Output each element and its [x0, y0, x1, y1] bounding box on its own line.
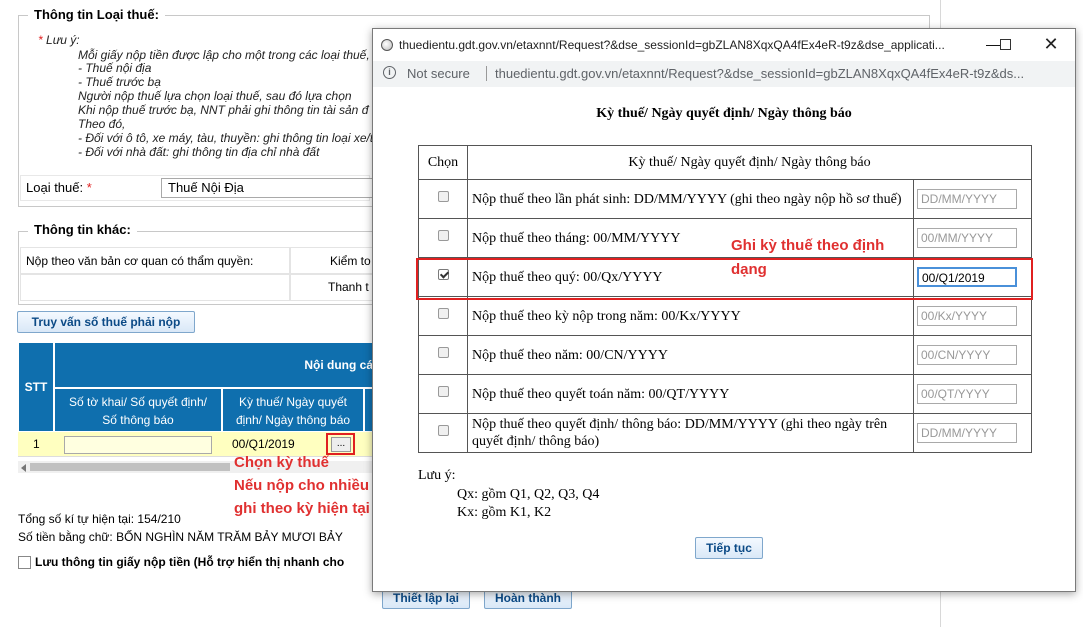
period-popup-window: thuedientu.gdt.gov.vn/etaxnnt/Request?&d… [372, 28, 1076, 592]
address-separator [486, 66, 487, 81]
tax-period-header: Kỳ thuế/ Ngày quyết định/ Ngày thông báo [222, 388, 364, 432]
option-label: Nộp thuế theo kỳ nộp trong năm: 00/Kx/YY… [467, 296, 914, 336]
note-title: Lưu ý: [418, 468, 456, 483]
tax-type-legend: Thông tin Loại thuế: [28, 7, 165, 22]
period-value-input[interactable]: 00/QT/YYYY [917, 384, 1017, 404]
option-checkbox[interactable] [437, 386, 449, 397]
not-secure-label: Not secure [407, 66, 470, 81]
period-option-row: Nộp thuế theo năm: 00/CN/YYYY 00/CN/YYYY [418, 335, 1032, 375]
character-count: Tổng số kí tự hiện tại: 154/210 [18, 512, 181, 526]
option-checkbox[interactable] [437, 230, 449, 241]
site-globe-icon [381, 39, 393, 51]
period-option-row: Nộp thuế theo quyết toán năm: 00/QT/YYYY… [418, 374, 1032, 414]
maximize-icon[interactable] [1000, 39, 1011, 50]
note-line: Theo đó, [78, 117, 126, 131]
option-label: Nộp thuế theo năm: 00/CN/YYYY [467, 335, 914, 375]
close-icon[interactable]: ✕ [1041, 34, 1061, 54]
annotation-choose-period: Chọn kỳ thuế [234, 454, 330, 471]
note-line: - Thuế trước bạ [78, 75, 161, 89]
authority-label: Nộp theo văn bản cơ quan có thẩm quyền: [26, 254, 254, 268]
annotation-multi-period-2: ghi theo kỳ hiện tại [234, 500, 370, 517]
annotation-format-2: dạng [731, 261, 767, 278]
tax-type-select[interactable]: Thuế Nội Địa [161, 178, 373, 198]
period-option-row: Nộp thuế theo tháng: 00/MM/YYYY 00/MM/YYY… [418, 218, 1032, 258]
save-info-checkbox[interactable] [18, 556, 31, 569]
scroll-left-arrow-icon[interactable] [21, 464, 26, 472]
note-line: - Đối với nhà đất: ghi thông tin địa chỉ… [78, 145, 320, 159]
document-number-input[interactable] [64, 436, 212, 454]
url-text[interactable]: thuedientu.gdt.gov.vn/etaxnnt/Request?&d… [495, 66, 1065, 81]
save-info-label: Lưu thông tin giấy nộp tiền (Hỗ trợ hiển… [35, 555, 345, 569]
tax-type-label: Loại thuế: * [26, 180, 92, 195]
annotation-format-1: Ghi kỳ thuế theo định [731, 237, 885, 254]
period-value-input[interactable]: 00/Kx/YYYY [917, 306, 1017, 326]
format-highlight-box [416, 258, 1033, 300]
authority-cell-3 [20, 274, 290, 301]
row-stt: 1 [33, 437, 40, 451]
row-tax-period-value: 00/Q1/2019 [232, 437, 295, 451]
popup-title-bar: thuedientu.gdt.gov.vn/etaxnnt/Request?&d… [373, 29, 1075, 61]
audit-column-label: Kiểm to [330, 254, 371, 268]
period-value-input[interactable]: DD/MM/YYYY [917, 423, 1017, 443]
option-checkbox[interactable] [437, 347, 449, 358]
option-label: Nộp thuế theo quyết toán năm: 00/QT/YYYY [467, 374, 914, 414]
note-line: - Đối với ô tô, xe máy, tàu, thuyền: ghi… [78, 131, 374, 145]
choose-column-header: Chọn [418, 145, 468, 180]
note-line: * Lưu ý: [38, 33, 80, 47]
continue-button[interactable]: Tiếp tục [695, 537, 763, 559]
inspection-column-label: Thanh t [328, 280, 369, 294]
info-icon[interactable]: i [383, 66, 396, 79]
other-info-legend: Thông tin khác: [28, 222, 137, 237]
period-option-row: Nộp thuế theo lần phát sinh: DD/MM/YYYY … [418, 179, 1032, 219]
period-option-row: Nộp thuế theo quyết định/ thông báo: DD/… [418, 413, 1032, 453]
period-value-input[interactable]: 00/MM/YYYY [917, 228, 1017, 248]
note-line: Khi nộp thuế trước bạ, NNT phải ghi thôn… [78, 103, 369, 117]
period-value-input[interactable]: DD/MM/YYYY [917, 189, 1017, 209]
option-label: Nộp thuế theo lần phát sinh: DD/MM/YYYY … [467, 179, 914, 219]
address-bar[interactable]: i Not secure thuedientu.gdt.gov.vn/etaxn… [373, 61, 1075, 88]
option-checkbox[interactable] [437, 308, 449, 319]
popup-heading: Kỳ thuế/ Ngày quyết định/ Ngày thông báo [596, 106, 852, 121]
option-checkbox[interactable] [437, 425, 449, 436]
amount-in-words: Số tiền bằng chữ: BỐN NGHÌN NĂM TRĂM BẢY… [18, 530, 343, 544]
window-title: thuedientu.gdt.gov.vn/etaxnnt/Request?&d… [399, 38, 945, 52]
content-group-header: Nội dung cá [54, 342, 374, 388]
popup-content: Kỳ thuế/ Ngày quyết định/ Ngày thông báo… [373, 87, 1075, 591]
note-line: - Thuế nội địa [78, 61, 152, 75]
option-checkbox[interactable] [437, 191, 449, 202]
note-qx: Qx: gồm Q1, Q2, Q3, Q4 [457, 487, 600, 502]
note-kx: Kx: gồm K1, K2 [457, 505, 552, 520]
scrollbar-thumb[interactable] [30, 463, 230, 471]
option-label: Nộp thuế theo quyết định/ thông báo: DD/… [467, 413, 914, 453]
query-tax-button[interactable]: Truy vấn số thuế phải nộp [17, 311, 195, 333]
period-option-row: Nộp thuế theo kỳ nộp trong năm: 00/Kx/YY… [418, 296, 1032, 336]
note-line: Người nộp thuế lựa chọn loại thuế, sau đ… [78, 89, 352, 103]
period-value-input[interactable]: 00/CN/YYYY [917, 345, 1017, 365]
document-number-header: Số tờ khai/ Số quyết định/ Số thông báo [54, 388, 222, 432]
note-line: Mỗi giấy nộp tiền được lập cho một trong… [78, 48, 370, 62]
picker-highlight-box [326, 433, 355, 455]
period-column-header: Kỳ thuế/ Ngày quyết định/ Ngày thông báo [467, 145, 1032, 180]
stt-header: STT [18, 342, 54, 432]
